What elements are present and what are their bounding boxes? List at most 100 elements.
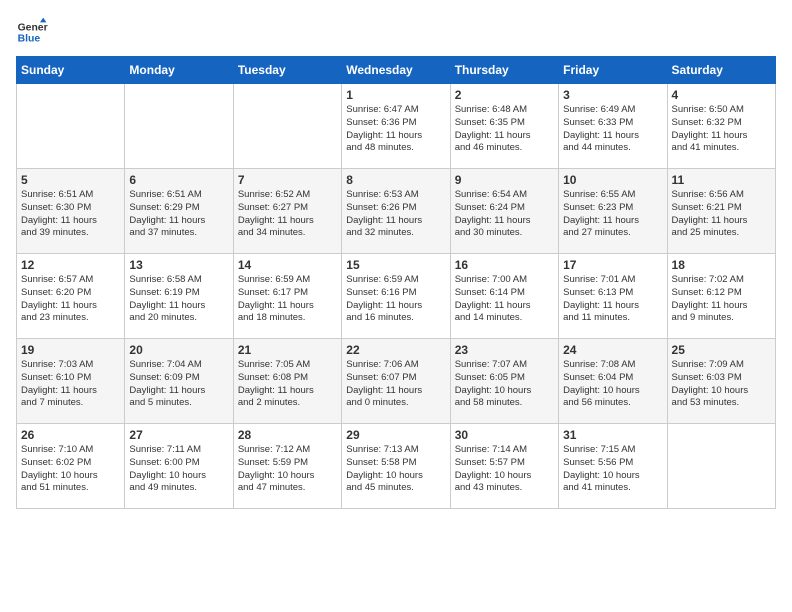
day-info: Sunrise: 7:15 AM Sunset: 5:56 PM Dayligh…	[563, 444, 662, 495]
calendar-cell: 13 Sunrise: 6:58 AM Sunset: 6:19 PM Dayli…	[125, 254, 233, 339]
calendar-cell: 1Sunrise: 6:47 AM Sunset: 6:36 PM Daylig…	[342, 84, 450, 169]
day-number: 9	[455, 173, 554, 187]
calendar-week-1: 1Sunrise: 6:47 AM Sunset: 6:36 PM Daylig…	[17, 84, 776, 169]
weekday-header-saturday: Saturday	[667, 57, 775, 84]
day-number: 7	[238, 173, 337, 187]
day-info: Sunrise: 6:49 AM Sunset: 6:33 PM Dayligh…	[563, 104, 662, 155]
day-number: 24	[563, 343, 662, 357]
calendar-cell: 22Sunrise: 7:06 AM Sunset: 6:07 PM Dayli…	[342, 339, 450, 424]
day-number: 16	[455, 258, 554, 272]
day-number: 18	[672, 258, 771, 272]
day-info: Sunrise: 7:08 AM Sunset: 6:04 PM Dayligh…	[563, 359, 662, 410]
calendar-cell: 26 Sunrise: 7:10 AM Sunset: 6:02 PM Dayli…	[17, 424, 125, 509]
day-number: 27	[129, 428, 228, 442]
day-number: 12	[21, 258, 120, 272]
calendar-cell: 27 Sunrise: 7:11 AM Sunset: 6:00 PM Dayli…	[125, 424, 233, 509]
calendar-cell: 2Sunrise: 6:48 AM Sunset: 6:35 PM Daylig…	[450, 84, 558, 169]
day-number: 30	[455, 428, 554, 442]
day-number: 21	[238, 343, 337, 357]
day-info: Sunrise: 7:07 AM Sunset: 6:05 PM Dayligh…	[455, 359, 554, 410]
calendar-table: SundayMondayTuesdayWednesdayThursdayFrid…	[16, 56, 776, 509]
day-info: Sunrise: 6:52 AM Sunset: 6:27 PM Dayligh…	[238, 189, 337, 240]
day-number: 3	[563, 88, 662, 102]
day-number: 4	[672, 88, 771, 102]
calendar-week-2: 5 Sunrise: 6:51 AM Sunset: 6:30 PM Daylig…	[17, 169, 776, 254]
calendar-cell: 10 Sunrise: 6:55 AM Sunset: 6:23 PM Dayli…	[559, 169, 667, 254]
calendar-cell: 8Sunrise: 6:53 AM Sunset: 6:26 PM Daylig…	[342, 169, 450, 254]
calendar-week-3: 12 Sunrise: 6:57 AM Sunset: 6:20 PM Dayli…	[17, 254, 776, 339]
calendar-cell	[17, 84, 125, 169]
weekday-header-monday: Monday	[125, 57, 233, 84]
calendar-cell: 4Sunrise: 6:50 AM Sunset: 6:32 PM Daylig…	[667, 84, 775, 169]
day-number: 5	[21, 173, 120, 187]
day-info: Sunrise: 7:01 AM Sunset: 6:13 PM Dayligh…	[563, 274, 662, 325]
day-number: 13	[129, 258, 228, 272]
logo-icon: General Blue	[16, 16, 48, 48]
day-info: Sunrise: 6:57 AM Sunset: 6:20 PM Dayligh…	[21, 274, 120, 325]
day-number: 28	[238, 428, 337, 442]
day-number: 22	[346, 343, 445, 357]
day-number: 6	[129, 173, 228, 187]
calendar-cell: 20 Sunrise: 7:04 AM Sunset: 6:09 PM Dayli…	[125, 339, 233, 424]
calendar-cell: 30 Sunrise: 7:14 AM Sunset: 5:57 PM Dayli…	[450, 424, 558, 509]
day-number: 23	[455, 343, 554, 357]
calendar-cell: 24 Sunrise: 7:08 AM Sunset: 6:04 PM Dayli…	[559, 339, 667, 424]
day-info: Sunrise: 7:10 AM Sunset: 6:02 PM Dayligh…	[21, 444, 120, 495]
weekday-header-sunday: Sunday	[17, 57, 125, 84]
calendar-cell: 25 Sunrise: 7:09 AM Sunset: 6:03 PM Dayli…	[667, 339, 775, 424]
day-info: Sunrise: 7:09 AM Sunset: 6:03 PM Dayligh…	[672, 359, 771, 410]
day-number: 29	[346, 428, 445, 442]
day-info: Sunrise: 6:54 AM Sunset: 6:24 PM Dayligh…	[455, 189, 554, 240]
day-info: Sunrise: 7:03 AM Sunset: 6:10 PM Dayligh…	[21, 359, 120, 410]
calendar-cell: 11 Sunrise: 6:56 AM Sunset: 6:21 PM Dayli…	[667, 169, 775, 254]
weekday-header-row: SundayMondayTuesdayWednesdayThursdayFrid…	[17, 57, 776, 84]
calendar-week-4: 19 Sunrise: 7:03 AM Sunset: 6:10 PM Dayli…	[17, 339, 776, 424]
day-info: Sunrise: 7:13 AM Sunset: 5:58 PM Dayligh…	[346, 444, 445, 495]
day-info: Sunrise: 6:55 AM Sunset: 6:23 PM Dayligh…	[563, 189, 662, 240]
day-info: Sunrise: 7:00 AM Sunset: 6:14 PM Dayligh…	[455, 274, 554, 325]
day-number: 2	[455, 88, 554, 102]
day-info: Sunrise: 6:59 AM Sunset: 6:17 PM Dayligh…	[238, 274, 337, 325]
day-number: 19	[21, 343, 120, 357]
day-info: Sunrise: 7:11 AM Sunset: 6:00 PM Dayligh…	[129, 444, 228, 495]
weekday-header-wednesday: Wednesday	[342, 57, 450, 84]
calendar-cell: 29 Sunrise: 7:13 AM Sunset: 5:58 PM Dayli…	[342, 424, 450, 509]
day-number: 11	[672, 173, 771, 187]
day-info: Sunrise: 6:47 AM Sunset: 6:36 PM Dayligh…	[346, 104, 445, 155]
day-info: Sunrise: 6:51 AM Sunset: 6:29 PM Dayligh…	[129, 189, 228, 240]
day-info: Sunrise: 7:05 AM Sunset: 6:08 PM Dayligh…	[238, 359, 337, 410]
calendar-cell: 5 Sunrise: 6:51 AM Sunset: 6:30 PM Daylig…	[17, 169, 125, 254]
calendar-cell: 16 Sunrise: 7:00 AM Sunset: 6:14 PM Dayli…	[450, 254, 558, 339]
day-number: 26	[21, 428, 120, 442]
svg-text:Blue: Blue	[18, 34, 41, 45]
weekday-header-friday: Friday	[559, 57, 667, 84]
calendar-cell: 23 Sunrise: 7:07 AM Sunset: 6:05 PM Dayli…	[450, 339, 558, 424]
day-number: 31	[563, 428, 662, 442]
day-info: Sunrise: 6:59 AM Sunset: 6:16 PM Dayligh…	[346, 274, 445, 325]
day-info: Sunrise: 7:14 AM Sunset: 5:57 PM Dayligh…	[455, 444, 554, 495]
day-number: 8	[346, 173, 445, 187]
calendar-cell	[125, 84, 233, 169]
day-number: 17	[563, 258, 662, 272]
day-info: Sunrise: 6:56 AM Sunset: 6:21 PM Dayligh…	[672, 189, 771, 240]
calendar-cell: 18 Sunrise: 7:02 AM Sunset: 6:12 PM Dayli…	[667, 254, 775, 339]
day-number: 10	[563, 173, 662, 187]
calendar-cell: 6 Sunrise: 6:51 AM Sunset: 6:29 PM Daylig…	[125, 169, 233, 254]
logo: General Blue	[16, 16, 48, 48]
calendar-cell: 21 Sunrise: 7:05 AM Sunset: 6:08 PM Dayli…	[233, 339, 341, 424]
calendar-cell: 7 Sunrise: 6:52 AM Sunset: 6:27 PM Daylig…	[233, 169, 341, 254]
calendar-cell: 17 Sunrise: 7:01 AM Sunset: 6:13 PM Dayli…	[559, 254, 667, 339]
calendar-cell: 31 Sunrise: 7:15 AM Sunset: 5:56 PM Dayli…	[559, 424, 667, 509]
day-info: Sunrise: 6:51 AM Sunset: 6:30 PM Dayligh…	[21, 189, 120, 240]
day-info: Sunrise: 7:02 AM Sunset: 6:12 PM Dayligh…	[672, 274, 771, 325]
day-number: 14	[238, 258, 337, 272]
day-number: 20	[129, 343, 228, 357]
calendar-cell: 28 Sunrise: 7:12 AM Sunset: 5:59 PM Dayli…	[233, 424, 341, 509]
day-number: 25	[672, 343, 771, 357]
page-header: General Blue	[16, 16, 776, 48]
weekday-header-tuesday: Tuesday	[233, 57, 341, 84]
day-info: Sunrise: 6:58 AM Sunset: 6:19 PM Dayligh…	[129, 274, 228, 325]
calendar-cell	[233, 84, 341, 169]
day-info: Sunrise: 7:12 AM Sunset: 5:59 PM Dayligh…	[238, 444, 337, 495]
day-info: Sunrise: 7:04 AM Sunset: 6:09 PM Dayligh…	[129, 359, 228, 410]
